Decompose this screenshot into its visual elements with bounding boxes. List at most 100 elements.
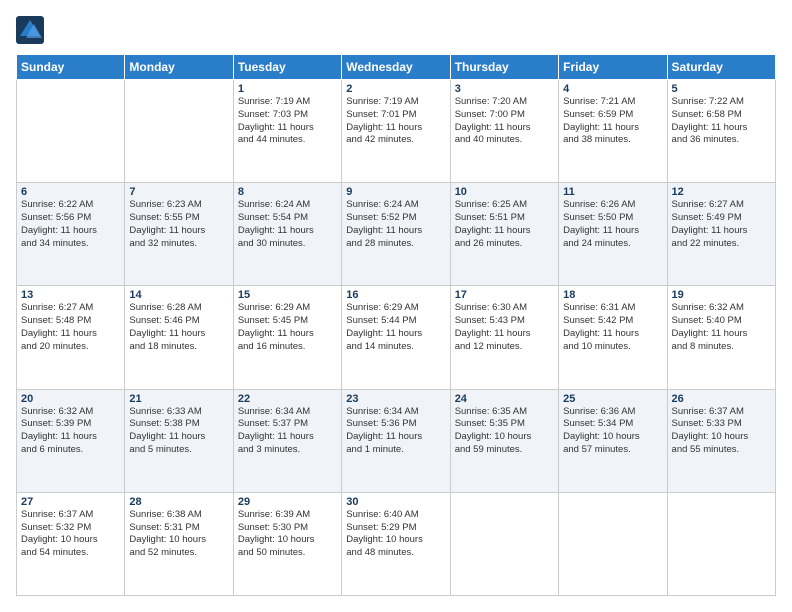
day-number: 29 xyxy=(238,496,337,508)
week-row-1: 6Sunrise: 6:22 AM Sunset: 5:56 PM Daylig… xyxy=(17,183,776,286)
day-cell: 16Sunrise: 6:29 AM Sunset: 5:44 PM Dayli… xyxy=(342,286,450,389)
day-number: 20 xyxy=(21,393,120,405)
weekday-header-row: SundayMondayTuesdayWednesdayThursdayFrid… xyxy=(17,55,776,80)
day-cell: 9Sunrise: 6:24 AM Sunset: 5:52 PM Daylig… xyxy=(342,183,450,286)
day-number: 13 xyxy=(21,289,120,301)
day-info: Sunrise: 6:37 AM Sunset: 5:33 PM Dayligh… xyxy=(672,406,771,457)
day-cell: 25Sunrise: 6:36 AM Sunset: 5:34 PM Dayli… xyxy=(559,389,667,492)
weekday-sunday: Sunday xyxy=(17,55,125,80)
day-cell: 20Sunrise: 6:32 AM Sunset: 5:39 PM Dayli… xyxy=(17,389,125,492)
weekday-thursday: Thursday xyxy=(450,55,558,80)
day-cell xyxy=(17,80,125,183)
day-info: Sunrise: 6:32 AM Sunset: 5:40 PM Dayligh… xyxy=(672,302,771,353)
day-number: 21 xyxy=(129,393,228,405)
day-cell: 7Sunrise: 6:23 AM Sunset: 5:55 PM Daylig… xyxy=(125,183,233,286)
day-cell xyxy=(559,492,667,595)
header xyxy=(16,16,776,44)
day-number: 25 xyxy=(563,393,662,405)
calendar-table: SundayMondayTuesdayWednesdayThursdayFrid… xyxy=(16,54,776,596)
day-info: Sunrise: 6:32 AM Sunset: 5:39 PM Dayligh… xyxy=(21,406,120,457)
day-cell xyxy=(125,80,233,183)
day-number: 28 xyxy=(129,496,228,508)
weekday-wednesday: Wednesday xyxy=(342,55,450,80)
day-cell: 3Sunrise: 7:20 AM Sunset: 7:00 PM Daylig… xyxy=(450,80,558,183)
day-info: Sunrise: 6:31 AM Sunset: 5:42 PM Dayligh… xyxy=(563,302,662,353)
day-info: Sunrise: 6:23 AM Sunset: 5:55 PM Dayligh… xyxy=(129,199,228,250)
day-info: Sunrise: 6:26 AM Sunset: 5:50 PM Dayligh… xyxy=(563,199,662,250)
day-number: 10 xyxy=(455,186,554,198)
day-number: 23 xyxy=(346,393,445,405)
day-info: Sunrise: 6:27 AM Sunset: 5:49 PM Dayligh… xyxy=(672,199,771,250)
day-number: 9 xyxy=(346,186,445,198)
weekday-tuesday: Tuesday xyxy=(233,55,341,80)
day-info: Sunrise: 6:39 AM Sunset: 5:30 PM Dayligh… xyxy=(238,509,337,560)
day-number: 24 xyxy=(455,393,554,405)
day-number: 27 xyxy=(21,496,120,508)
day-info: Sunrise: 6:36 AM Sunset: 5:34 PM Dayligh… xyxy=(563,406,662,457)
day-cell: 11Sunrise: 6:26 AM Sunset: 5:50 PM Dayli… xyxy=(559,183,667,286)
day-cell: 8Sunrise: 6:24 AM Sunset: 5:54 PM Daylig… xyxy=(233,183,341,286)
day-cell: 4Sunrise: 7:21 AM Sunset: 6:59 PM Daylig… xyxy=(559,80,667,183)
day-info: Sunrise: 6:37 AM Sunset: 5:32 PM Dayligh… xyxy=(21,509,120,560)
day-info: Sunrise: 6:28 AM Sunset: 5:46 PM Dayligh… xyxy=(129,302,228,353)
day-cell: 22Sunrise: 6:34 AM Sunset: 5:37 PM Dayli… xyxy=(233,389,341,492)
day-number: 14 xyxy=(129,289,228,301)
week-row-0: 1Sunrise: 7:19 AM Sunset: 7:03 PM Daylig… xyxy=(17,80,776,183)
logo xyxy=(16,16,46,44)
day-cell: 18Sunrise: 6:31 AM Sunset: 5:42 PM Dayli… xyxy=(559,286,667,389)
day-cell: 26Sunrise: 6:37 AM Sunset: 5:33 PM Dayli… xyxy=(667,389,775,492)
day-cell: 5Sunrise: 7:22 AM Sunset: 6:58 PM Daylig… xyxy=(667,80,775,183)
day-number: 2 xyxy=(346,83,445,95)
day-number: 15 xyxy=(238,289,337,301)
day-number: 30 xyxy=(346,496,445,508)
day-info: Sunrise: 6:40 AM Sunset: 5:29 PM Dayligh… xyxy=(346,509,445,560)
day-info: Sunrise: 7:19 AM Sunset: 7:01 PM Dayligh… xyxy=(346,96,445,147)
day-cell: 12Sunrise: 6:27 AM Sunset: 5:49 PM Dayli… xyxy=(667,183,775,286)
day-info: Sunrise: 6:34 AM Sunset: 5:37 PM Dayligh… xyxy=(238,406,337,457)
page: SundayMondayTuesdayWednesdayThursdayFrid… xyxy=(0,0,792,612)
weekday-saturday: Saturday xyxy=(667,55,775,80)
day-info: Sunrise: 6:33 AM Sunset: 5:38 PM Dayligh… xyxy=(129,406,228,457)
day-cell xyxy=(450,492,558,595)
day-number: 11 xyxy=(563,186,662,198)
day-info: Sunrise: 6:38 AM Sunset: 5:31 PM Dayligh… xyxy=(129,509,228,560)
day-info: Sunrise: 6:22 AM Sunset: 5:56 PM Dayligh… xyxy=(21,199,120,250)
day-cell: 10Sunrise: 6:25 AM Sunset: 5:51 PM Dayli… xyxy=(450,183,558,286)
day-info: Sunrise: 6:35 AM Sunset: 5:35 PM Dayligh… xyxy=(455,406,554,457)
day-info: Sunrise: 7:19 AM Sunset: 7:03 PM Dayligh… xyxy=(238,96,337,147)
day-cell: 15Sunrise: 6:29 AM Sunset: 5:45 PM Dayli… xyxy=(233,286,341,389)
day-number: 17 xyxy=(455,289,554,301)
week-row-2: 13Sunrise: 6:27 AM Sunset: 5:48 PM Dayli… xyxy=(17,286,776,389)
day-number: 26 xyxy=(672,393,771,405)
day-cell: 30Sunrise: 6:40 AM Sunset: 5:29 PM Dayli… xyxy=(342,492,450,595)
day-info: Sunrise: 6:29 AM Sunset: 5:45 PM Dayligh… xyxy=(238,302,337,353)
day-number: 12 xyxy=(672,186,771,198)
logo-icon xyxy=(16,16,44,44)
day-info: Sunrise: 7:21 AM Sunset: 6:59 PM Dayligh… xyxy=(563,96,662,147)
weekday-monday: Monday xyxy=(125,55,233,80)
day-cell: 27Sunrise: 6:37 AM Sunset: 5:32 PM Dayli… xyxy=(17,492,125,595)
day-info: Sunrise: 7:22 AM Sunset: 6:58 PM Dayligh… xyxy=(672,96,771,147)
day-cell: 19Sunrise: 6:32 AM Sunset: 5:40 PM Dayli… xyxy=(667,286,775,389)
day-cell: 1Sunrise: 7:19 AM Sunset: 7:03 PM Daylig… xyxy=(233,80,341,183)
day-cell: 13Sunrise: 6:27 AM Sunset: 5:48 PM Dayli… xyxy=(17,286,125,389)
day-number: 3 xyxy=(455,83,554,95)
day-info: Sunrise: 6:30 AM Sunset: 5:43 PM Dayligh… xyxy=(455,302,554,353)
day-info: Sunrise: 6:34 AM Sunset: 5:36 PM Dayligh… xyxy=(346,406,445,457)
day-number: 1 xyxy=(238,83,337,95)
day-cell xyxy=(667,492,775,595)
day-cell: 29Sunrise: 6:39 AM Sunset: 5:30 PM Dayli… xyxy=(233,492,341,595)
day-cell: 14Sunrise: 6:28 AM Sunset: 5:46 PM Dayli… xyxy=(125,286,233,389)
day-info: Sunrise: 6:24 AM Sunset: 5:52 PM Dayligh… xyxy=(346,199,445,250)
day-cell: 23Sunrise: 6:34 AM Sunset: 5:36 PM Dayli… xyxy=(342,389,450,492)
week-row-4: 27Sunrise: 6:37 AM Sunset: 5:32 PM Dayli… xyxy=(17,492,776,595)
day-info: Sunrise: 6:25 AM Sunset: 5:51 PM Dayligh… xyxy=(455,199,554,250)
day-number: 7 xyxy=(129,186,228,198)
day-cell: 17Sunrise: 6:30 AM Sunset: 5:43 PM Dayli… xyxy=(450,286,558,389)
weekday-friday: Friday xyxy=(559,55,667,80)
day-number: 5 xyxy=(672,83,771,95)
day-info: Sunrise: 6:27 AM Sunset: 5:48 PM Dayligh… xyxy=(21,302,120,353)
day-number: 8 xyxy=(238,186,337,198)
week-row-3: 20Sunrise: 6:32 AM Sunset: 5:39 PM Dayli… xyxy=(17,389,776,492)
day-number: 6 xyxy=(21,186,120,198)
